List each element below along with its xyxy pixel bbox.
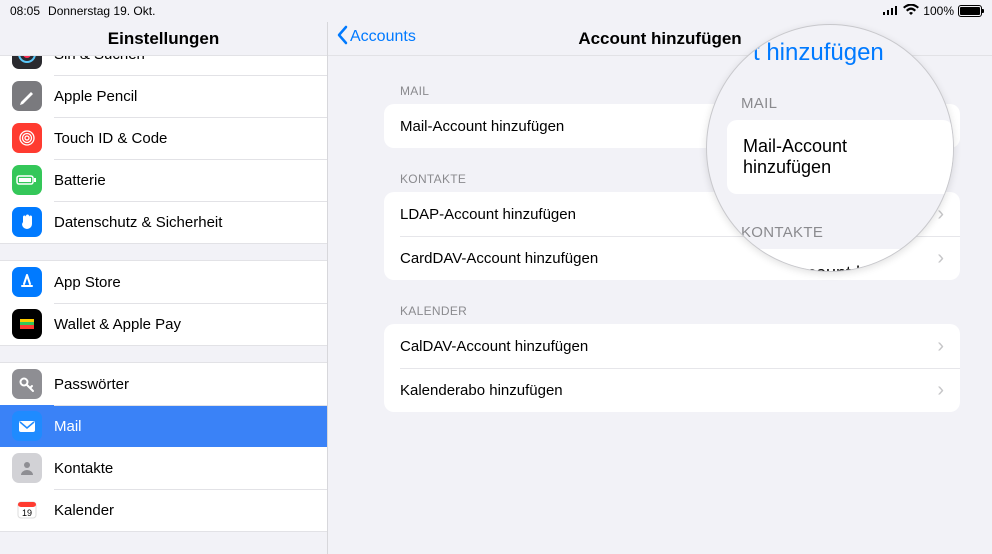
fingerprint-icon: [12, 123, 42, 153]
sidebar-item-label: Siri & Suchen: [54, 56, 145, 63]
status-bar: 08:05 Donnerstag 19. Okt. 100%: [0, 0, 992, 22]
battery-icon: [12, 165, 42, 195]
chevron-right-icon: ›: [937, 336, 944, 356]
sidebar-item-fingerprint[interactable]: Touch ID & Code: [0, 117, 327, 159]
sidebar-item-label: Passwörter: [54, 376, 129, 393]
sidebar-group: App Store Wallet & Apple Pay: [0, 260, 327, 346]
sidebar-item-label: Batterie: [54, 172, 106, 189]
cellular-icon: [883, 4, 899, 18]
section-header: KALENDER: [400, 304, 960, 318]
row-label: CardDAV-Account hinzufügen: [400, 250, 598, 267]
contacts-icon: [12, 453, 42, 483]
status-time: 08:05: [10, 4, 40, 18]
sidebar-item-appstore[interactable]: App Store: [0, 261, 327, 303]
row-label: Mail-Account hinzufügen: [400, 118, 564, 135]
card: CalDAV-Account hinzufügen›Kalenderabo hi…: [384, 324, 960, 412]
sidebar-header: Einstellungen: [0, 22, 327, 56]
sidebar-item-label: Mail: [54, 418, 82, 435]
sidebar-group: Passwörter Mail Kontakte 19 Kalender: [0, 362, 327, 532]
sidebar-item-label: Kalender: [54, 502, 114, 519]
key-icon: [12, 369, 42, 399]
sidebar-item-wallet[interactable]: Wallet & Apple Pay: [0, 303, 327, 345]
sidebar-content[interactable]: Siri & Suchen Apple Pencil Touch ID & Code…: [0, 56, 327, 554]
calendar-icon: 19: [12, 495, 42, 525]
hand-icon: [12, 207, 42, 237]
sidebar-item-label: Datenschutz & Sicherheit: [54, 214, 222, 231]
detail-pane: Accounts Account hinzufügen MAILMail-Acc…: [328, 22, 992, 554]
row[interactable]: CalDAV-Account hinzufügen ›: [384, 324, 960, 368]
sidebar-title: Einstellungen: [108, 29, 219, 49]
status-right: 100%: [883, 4, 982, 19]
wifi-icon: [903, 4, 919, 19]
sidebar-item-label: Wallet & Apple Pay: [54, 316, 181, 333]
pencil-icon: [12, 81, 42, 111]
sidebar-item-hand[interactable]: Datenschutz & Sicherheit: [0, 201, 327, 243]
chevron-right-icon: ›: [937, 380, 944, 400]
status-left: 08:05 Donnerstag 19. Okt.: [10, 4, 155, 18]
mag-section-mail: MAIL: [741, 95, 953, 112]
battery-icon: [958, 5, 982, 17]
sidebar: Einstellungen Siri & Suchen Apple Pencil T…: [0, 22, 328, 554]
sidebar-item-label: Kontakte: [54, 460, 113, 477]
siri-icon: [12, 56, 42, 69]
mag-row-mail[interactable]: Mail-Account hinzufügen: [727, 120, 953, 194]
sidebar-item-label: App Store: [54, 274, 121, 291]
app: Einstellungen Siri & Suchen Apple Pencil T…: [0, 22, 992, 554]
sidebar-item-key[interactable]: Passwörter: [0, 363, 327, 405]
row[interactable]: Kalenderabo hinzufügen ›: [384, 368, 960, 412]
sidebar-item-mail[interactable]: Mail: [0, 405, 327, 447]
row-label: Kalenderabo hinzufügen: [400, 382, 563, 399]
chevron-right-icon: ›: [937, 248, 944, 268]
sidebar-item-contacts[interactable]: Kontakte: [0, 447, 327, 489]
wallet-icon: [12, 309, 42, 339]
row-label: LDAP-Account hinzufügen: [400, 206, 576, 223]
svg-text:19: 19: [22, 508, 32, 518]
sidebar-item-label: Touch ID & Code: [54, 130, 167, 147]
row-label: CalDAV-Account hinzufügen: [400, 338, 588, 355]
sidebar-group: Siri & Suchen Apple Pencil Touch ID & Code…: [0, 56, 327, 244]
magnifier: t hinzufügen MAIL Mail-Account hinzufüge…: [706, 24, 954, 272]
appstore-icon: [12, 267, 42, 297]
sidebar-item-calendar[interactable]: 19 Kalender: [0, 489, 327, 531]
mail-icon: [12, 411, 42, 441]
sidebar-item-siri[interactable]: Siri & Suchen: [0, 56, 327, 75]
status-date: Donnerstag 19. Okt.: [48, 4, 155, 18]
sidebar-item-label: Apple Pencil: [54, 88, 137, 105]
sidebar-item-pencil[interactable]: Apple Pencil: [0, 75, 327, 117]
battery-percent: 100%: [923, 4, 954, 18]
sidebar-item-battery[interactable]: Batterie: [0, 159, 327, 201]
